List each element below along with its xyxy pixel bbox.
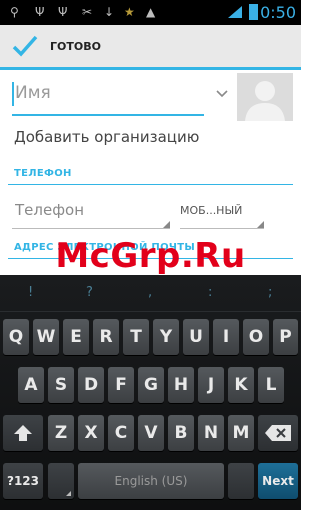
key-l[interactable]: L [258, 367, 284, 403]
key-x[interactable]: X [78, 415, 104, 451]
hint-key[interactable]: , [148, 285, 152, 300]
battery-icon [249, 4, 258, 20]
soft-keyboard: ! ? , : ; Q W E R T Y U I O P A S D F G … [0, 275, 301, 510]
corner-indicator [66, 491, 71, 496]
key-b[interactable]: B [168, 415, 194, 451]
next-key[interactable]: Next [258, 463, 298, 499]
key-v[interactable]: V [138, 415, 164, 451]
add-organization-link[interactable]: Добавить организацию [14, 128, 199, 146]
done-label: ГОТОВО [50, 39, 101, 53]
chevron-down-icon[interactable] [214, 88, 230, 100]
key-u[interactable]: U [183, 319, 209, 355]
space-key[interactable]: English (US) [78, 463, 224, 499]
usb-icon: Ψ [35, 5, 45, 19]
email-section-title: АДРЕС ЭЛЕКТРОННОЙ ПОЧТЫ [14, 242, 196, 253]
usb-icon: Ψ [58, 5, 68, 19]
key-k[interactable]: K [228, 367, 254, 403]
key-o[interactable]: O [243, 319, 269, 355]
key-q[interactable]: Q [3, 319, 29, 355]
keyboard-hint-row: ! ? , : ; [0, 275, 301, 312]
warning-icon: ▲ [146, 5, 156, 19]
key-a[interactable]: A [18, 367, 44, 403]
key-j[interactable]: J [198, 367, 224, 403]
key-m[interactable]: M [228, 415, 254, 451]
shift-icon [14, 425, 32, 441]
corner-indicator [163, 221, 170, 228]
key-f[interactable]: F [108, 367, 134, 403]
usb-debug-icon: ✂ [82, 5, 93, 19]
phone-type-spinner[interactable]: МОБ...НЫЙ [180, 200, 264, 229]
key-y[interactable]: Y [153, 319, 179, 355]
check-icon [12, 35, 38, 57]
signal-icon [228, 6, 242, 18]
done-button[interactable]: ГОТОВО [0, 25, 130, 67]
key-i[interactable]: I [213, 319, 239, 355]
hint-key[interactable]: : [208, 285, 212, 300]
key-s[interactable]: S [48, 367, 74, 403]
settings-key[interactable] [48, 463, 74, 499]
hint-key[interactable]: ; [268, 285, 272, 300]
key-g[interactable]: G [138, 367, 164, 403]
period-key[interactable] [228, 463, 254, 499]
key-d[interactable]: D [78, 367, 104, 403]
sync-icon: ↓ [104, 5, 115, 19]
star-icon: ★ [124, 5, 135, 19]
phone-input[interactable] [15, 196, 165, 224]
key-n[interactable]: N [198, 415, 224, 451]
name-field-wrapper [12, 78, 204, 116]
avatar-icon [245, 81, 285, 121]
shift-key[interactable] [3, 415, 43, 451]
key-p[interactable]: P [273, 319, 298, 355]
key-c[interactable]: C [108, 415, 134, 451]
key-t[interactable]: T [123, 319, 149, 355]
key-r[interactable]: R [93, 319, 119, 355]
dropdown-triangle-icon [257, 221, 264, 228]
key-w[interactable]: W [33, 319, 59, 355]
hint-key[interactable]: ! [28, 285, 33, 300]
phone-type-label: МОБ...НЫЙ [180, 204, 243, 217]
backspace-icon [265, 425, 291, 441]
status-bar: ⚲ Ψ Ψ ✂ ↓ ★ ▲ 0:50 [0, 0, 301, 25]
clock: 0:50 [260, 3, 296, 22]
text-cursor [12, 82, 14, 106]
divider [8, 258, 293, 259]
divider [8, 184, 293, 185]
key-h[interactable]: H [168, 367, 194, 403]
usb-icon: ⚲ [10, 5, 19, 19]
name-input[interactable] [15, 78, 195, 108]
contact-photo[interactable] [237, 73, 293, 121]
action-bar: ГОТОВО [0, 25, 301, 70]
phone-section-title: ТЕЛЕФОН [14, 168, 72, 179]
key-e[interactable]: E [63, 319, 89, 355]
key-z[interactable]: Z [48, 415, 74, 451]
backspace-key[interactable] [258, 415, 298, 451]
phone-field-wrapper [12, 196, 170, 229]
hint-key[interactable]: ? [86, 285, 93, 300]
symbols-key[interactable]: ?123 [3, 463, 43, 499]
